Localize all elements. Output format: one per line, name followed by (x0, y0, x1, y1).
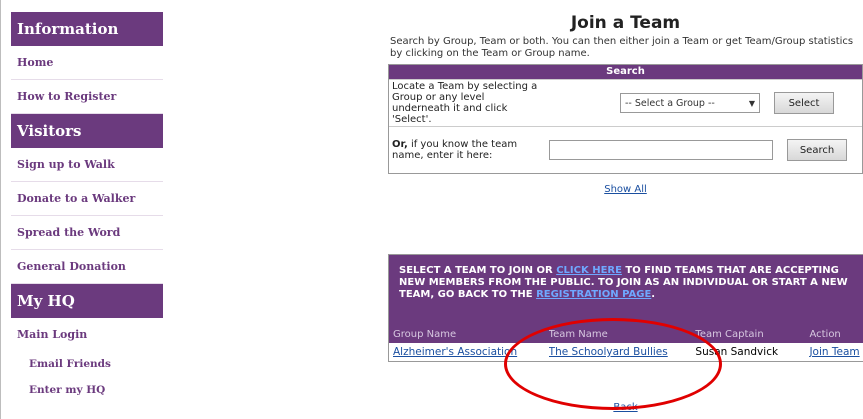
sidebar-item-spread-the-word[interactable]: Spread the Word (11, 216, 163, 250)
team-name-label: Or, if you know the team name, enter it … (389, 139, 542, 161)
join-team-link[interactable]: Join Team (809, 346, 859, 358)
column-header-group-name: Group Name (393, 329, 457, 340)
group-select[interactable]: -- Select a Group -- ▼ (620, 93, 760, 113)
sidebar-section-my-hq: My HQ (11, 284, 163, 318)
team-name-label-rest: if you know the team name, enter it here… (392, 139, 518, 161)
sidebar-item-donate-to-a-walker[interactable]: Donate to a Walker (11, 182, 163, 216)
chevron-down-icon: ▼ (748, 98, 755, 108)
team-instructions-text-3: . (651, 289, 656, 300)
sidebar-item-main-login[interactable]: Main Login (11, 318, 163, 351)
click-here-link[interactable]: CLICK HERE (556, 265, 622, 276)
show-all-link[interactable]: Show All (388, 184, 863, 198)
group-search-label: Locate a Team by selecting a Group or an… (392, 81, 538, 125)
team-results-instructions: SELECT A TEAM TO JOIN OR CLICK HERE TO F… (389, 255, 863, 327)
team-name-link[interactable]: The Schoolyard Bullies (549, 346, 668, 358)
left-border-line (0, 0, 1, 419)
intro-text: Search by Group, Team or both. You can t… (390, 36, 854, 59)
sidebar-subitem-enter-my-hq[interactable]: Enter my HQ (11, 377, 163, 403)
sidebar-nav: Information Home How to Register Visitor… (11, 12, 163, 403)
search-button[interactable]: Search (787, 139, 847, 161)
sidebar-item-how-to-register[interactable]: How to Register (11, 80, 163, 114)
search-panel-header: Search (389, 65, 862, 79)
team-name-label-bold: Or, (392, 139, 408, 150)
column-header-action: Action (809, 329, 841, 340)
team-name-search-row: Or, if you know the team name, enter it … (389, 126, 862, 173)
table-row: Alzheimer's Association The Schoolyard B… (389, 343, 863, 361)
team-table-header: Group Name Team Name Team Captain Action (389, 327, 863, 343)
sidebar-subitem-email-friends[interactable]: Email Friends (11, 351, 163, 377)
column-header-team-name: Team Name (548, 329, 608, 340)
group-search-row: Locate a Team by selecting a Group or an… (389, 79, 862, 126)
search-panel: Search Locate a Team by selecting a Grou… (388, 64, 863, 174)
team-instructions-text-1: SELECT A TEAM TO JOIN OR (399, 265, 557, 276)
team-results-panel: SELECT A TEAM TO JOIN OR CLICK HERE TO F… (388, 254, 863, 362)
column-header-team-captain: Team Captain (695, 329, 764, 340)
sidebar-item-general-donation[interactable]: General Donation (11, 250, 163, 284)
page-title: Join a Team (570, 13, 681, 33)
sidebar-item-home[interactable]: Home (11, 46, 163, 80)
registration-page-link[interactable]: REGISTRATION PAGE (536, 289, 651, 300)
select-button[interactable]: Select (774, 92, 834, 114)
main-content: Join a Team Search by Group, Team or bot… (388, 0, 863, 413)
group-select-value: -- Select a Group -- (625, 97, 715, 109)
back-link[interactable]: Back (388, 402, 863, 413)
sidebar-section-information: Information (11, 12, 163, 46)
sidebar-section-visitors: Visitors (11, 114, 163, 148)
group-name-link[interactable]: Alzheimer's Association (393, 346, 517, 358)
sidebar-item-sign-up-to-walk[interactable]: Sign up to Walk (11, 148, 163, 182)
team-captain-cell: Susan Sandvick (695, 346, 779, 358)
team-name-input[interactable] (549, 140, 773, 160)
